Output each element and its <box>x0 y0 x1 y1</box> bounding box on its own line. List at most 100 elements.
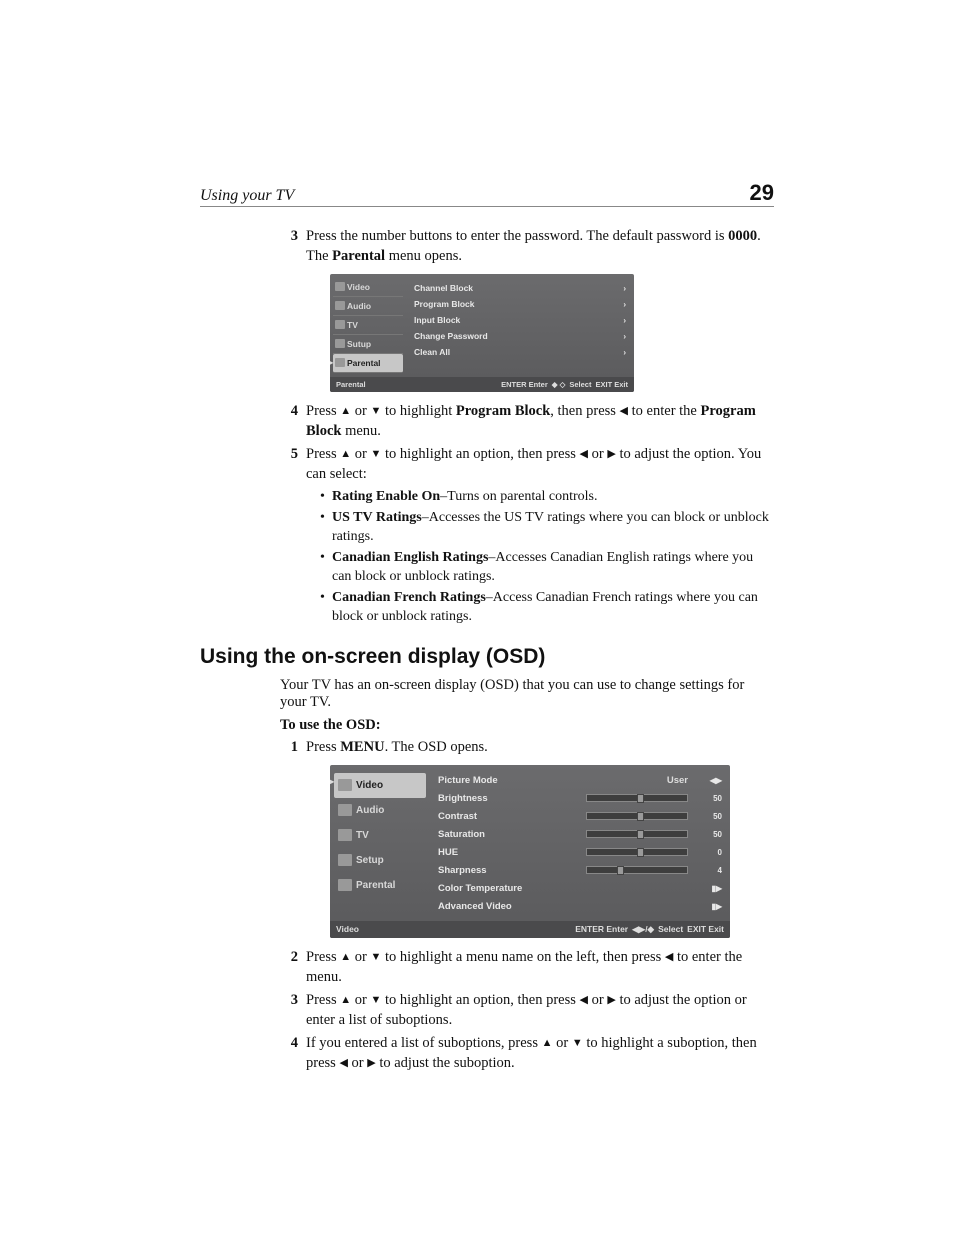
instruction-step: 1Press MENU. The OSD opens. <box>280 738 774 758</box>
arrow-icon: ▶ <box>367 1056 375 1071</box>
step-number: 2 <box>280 948 298 987</box>
tab-icon <box>338 804 352 816</box>
instruction-step: 3Press the number buttons to enter the p… <box>280 227 774 266</box>
bullet-icon: • <box>320 488 332 507</box>
arrow-icon: ◀ <box>580 447 588 462</box>
osd-option-row: Channel Block› <box>414 280 626 296</box>
option-value: 50 <box>694 830 722 839</box>
tab-icon <box>335 358 345 367</box>
osd-option-row: Input Block› <box>414 312 626 328</box>
slider <box>586 830 688 838</box>
osd-tab: Setup <box>334 848 426 873</box>
osd-tab: Parental <box>334 873 426 898</box>
tab-icon <box>338 879 352 891</box>
osd-option-row: HUE0 <box>438 843 722 861</box>
step-number: 5 <box>280 445 298 484</box>
osd-footer-hint: Select <box>658 924 683 934</box>
chevron-right-icon: › <box>598 300 626 309</box>
osd-footer-left: Video <box>336 924 359 935</box>
lead-bold: To use the OSD: <box>280 717 774 734</box>
osd-tab: Audio <box>333 297 403 316</box>
osd-option-row: Brightness50 <box>438 789 722 807</box>
osd-footer-hint: ENTER Enter <box>501 380 548 389</box>
sub-bullet: •US TV Ratings–Accesses the US TV rating… <box>320 509 774 547</box>
section-heading: Using the on-screen display (OSD) <box>200 645 774 669</box>
step-number: 4 <box>280 1034 298 1073</box>
bullet-icon: • <box>320 509 332 547</box>
osd-tab: Audio <box>334 798 426 823</box>
arrow-icon: ▲ <box>542 1036 553 1051</box>
instruction-step: 3Press ▲ or ▼ to highlight an option, th… <box>280 991 774 1030</box>
osd-tab: Sutup <box>333 335 403 354</box>
arrow-icon: ▼ <box>370 950 381 965</box>
sub-bullet: •Rating Enable On–Turns on parental cont… <box>320 488 774 507</box>
lead-text: Your TV has an on-screen display (OSD) t… <box>280 677 774 711</box>
tab-icon <box>335 320 345 329</box>
osd-option-row: Clean All› <box>414 344 626 360</box>
chevron-right-icon: › <box>598 316 626 325</box>
arrow-icon: ▼ <box>370 993 381 1008</box>
page-number: 29 <box>750 180 774 206</box>
tab-icon <box>338 779 352 791</box>
osd-tab: ▶Video <box>334 773 426 798</box>
arrow-icon: ▼ <box>572 1036 583 1051</box>
arrow-icon: ▼ <box>370 447 381 462</box>
osd-footer-hint: Select <box>569 380 591 389</box>
osd-option-row: Program Block› <box>414 296 626 312</box>
option-value: ▮▶ <box>694 902 722 911</box>
osd-option-row: Color Temperature▮▶ <box>438 879 722 897</box>
step-number: 4 <box>280 402 298 441</box>
instruction-step: 4Press ▲ or ▼ to highlight Program Block… <box>280 402 774 441</box>
header-title: Using your TV <box>200 187 294 205</box>
video-osd-screenshot: ▶VideoAudioTVSetupParental Picture ModeU… <box>330 765 730 938</box>
osd-footer-left: Parental <box>336 380 366 389</box>
osd-tab: TV <box>333 316 403 335</box>
arrow-icon: ▲ <box>340 447 351 462</box>
instruction-step: 2Press ▲ or ▼ to highlight a menu name o… <box>280 948 774 987</box>
option-value: 50 <box>694 812 722 821</box>
page-header: Using your TV 29 <box>200 180 774 207</box>
arrow-icon: ◀ <box>580 993 588 1008</box>
arrow-icon: ◀ <box>665 950 673 965</box>
slider <box>586 794 688 802</box>
osd-option-row: Change Password› <box>414 328 626 344</box>
tab-icon <box>335 301 345 310</box>
chevron-right-icon: › <box>598 332 626 341</box>
osd-option-row: Advanced Video▮▶ <box>438 897 722 915</box>
bullet-icon: • <box>320 589 332 627</box>
osd-footer-hint: ENTER Enter <box>575 924 628 934</box>
arrow-icon: ▶ <box>607 993 615 1008</box>
osd-tab: ▶Parental <box>333 354 403 373</box>
osd-footer-hint: EXIT Exit <box>687 924 724 934</box>
arrow-icon: ▶ <box>607 447 615 462</box>
chevron-right-icon: › <box>598 284 626 293</box>
tab-icon <box>338 854 352 866</box>
arrow-icon: ◀ <box>620 404 628 419</box>
osd-option-row: Saturation50 <box>438 825 722 843</box>
step-number: 3 <box>280 991 298 1030</box>
arrow-icon: ▲ <box>340 404 351 419</box>
osd-option-row: Contrast50 <box>438 807 722 825</box>
step-number: 1 <box>280 738 298 758</box>
option-value: 4 <box>694 866 722 875</box>
arrow-icon: ▲ <box>340 950 351 965</box>
instruction-step: 4If you entered a list of suboptions, pr… <box>280 1034 774 1073</box>
slider <box>586 812 688 820</box>
osd-option-row: Sharpness4 <box>438 861 722 879</box>
option-value: ▮▶ <box>694 884 722 893</box>
arrow-icon: ▲ <box>340 993 351 1008</box>
osd-footer-hint: ◀▶/◆ <box>632 924 654 934</box>
tab-icon <box>335 339 345 348</box>
sub-bullet: •Canadian French Ratings–Access Canadian… <box>320 589 774 627</box>
osd-footer-hint: EXIT Exit <box>595 380 628 389</box>
instruction-step: 5Press ▲ or ▼ to highlight an option, th… <box>280 445 774 484</box>
option-value: 50 <box>694 794 722 803</box>
osd-option-row: Picture ModeUser◀▶ <box>438 771 722 789</box>
osd-tab: TV <box>334 823 426 848</box>
sub-bullet: •Canadian English Ratings–Accesses Canad… <box>320 549 774 587</box>
step-number: 3 <box>280 227 298 266</box>
tab-icon <box>338 829 352 841</box>
slider <box>586 866 688 874</box>
parental-osd-screenshot: VideoAudioTVSutup▶Parental Channel Block… <box>330 274 634 392</box>
arrow-icon: ▼ <box>370 404 381 419</box>
